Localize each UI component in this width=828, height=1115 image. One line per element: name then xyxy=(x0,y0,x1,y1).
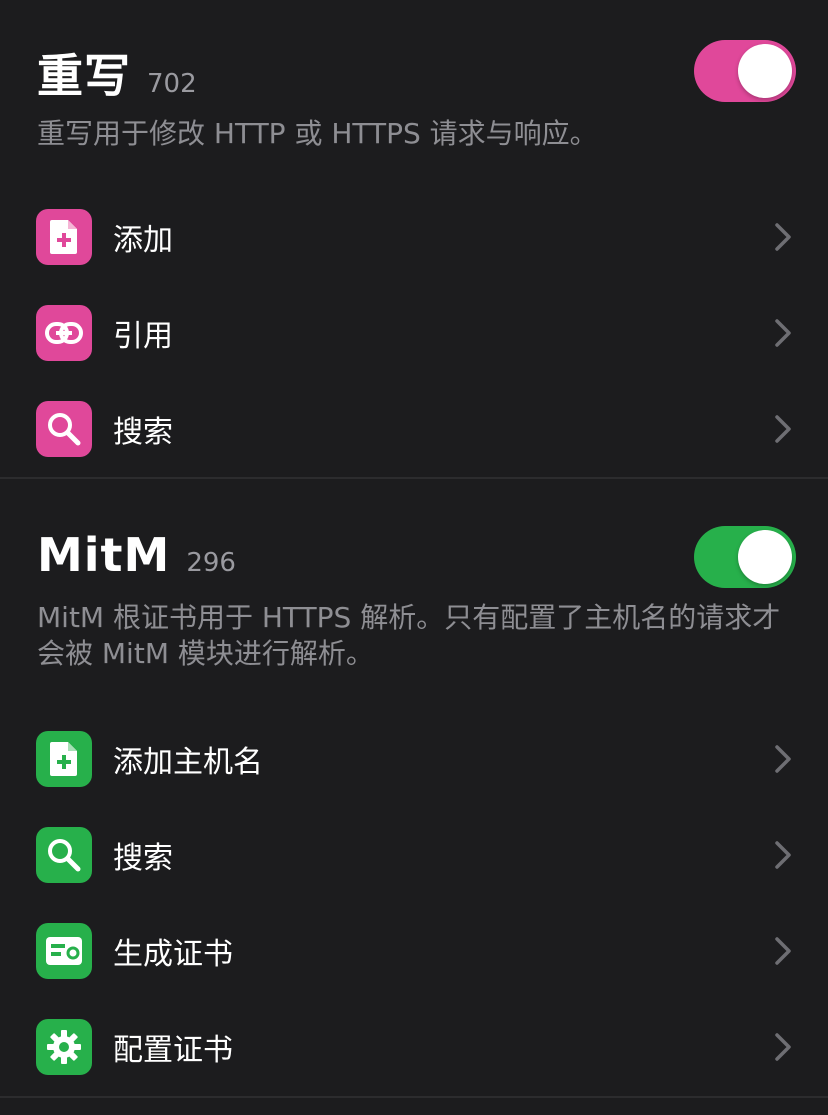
toggle-knob xyxy=(738,530,792,584)
rewrite-item-reference[interactable]: 引用 xyxy=(0,285,828,381)
chevron-right-icon xyxy=(775,937,791,965)
search-icon xyxy=(36,401,92,457)
link-icon xyxy=(36,305,92,361)
rewrite-description: 重写用于修改 HTTP 或 HTTPS 请求与响应。 xyxy=(37,117,598,150)
chevron-right-icon xyxy=(775,223,791,251)
mitm-count: 296 xyxy=(186,548,236,578)
search-icon xyxy=(36,827,92,883)
mitm-toggle[interactable] xyxy=(694,526,796,588)
certificate-icon xyxy=(36,923,92,979)
add-document-icon xyxy=(36,731,92,787)
mitm-item-configure-cert[interactable]: 配置证书 xyxy=(0,999,828,1095)
mitm-title: MitM xyxy=(37,528,171,582)
chevron-right-icon xyxy=(775,415,791,443)
section-divider xyxy=(0,477,828,479)
mitm-item-configure-cert-label: 配置证书 xyxy=(113,1033,233,1068)
chevron-right-icon xyxy=(775,745,791,773)
rewrite-item-add[interactable]: 添加 xyxy=(0,189,828,285)
chevron-right-icon xyxy=(775,319,791,347)
mitm-item-generate-cert[interactable]: 生成证书 xyxy=(0,903,828,999)
toggle-knob xyxy=(738,44,792,98)
section-divider xyxy=(0,1096,828,1098)
rewrite-title: 重写 xyxy=(37,49,131,103)
chevron-right-icon xyxy=(775,1033,791,1061)
mitm-item-generate-cert-label: 生成证书 xyxy=(113,937,233,972)
rewrite-item-search[interactable]: 搜索 xyxy=(0,381,828,477)
rewrite-item-reference-label: 引用 xyxy=(113,319,173,354)
settings-page: 重写 702 重写用于修改 HTTP 或 HTTPS 请求与响应。 添加 引用 … xyxy=(0,0,828,1115)
rewrite-item-search-label: 搜索 xyxy=(113,415,173,450)
rewrite-item-add-label: 添加 xyxy=(113,223,173,258)
mitm-item-search-label: 搜索 xyxy=(113,841,173,876)
rewrite-header: 重写 702 xyxy=(37,40,197,106)
mitm-section: MitM 296 MitM 根证书用于 HTTPS 解析。只有配置了主机名的请求… xyxy=(0,480,828,1097)
gear-icon xyxy=(36,1019,92,1075)
rewrite-count: 702 xyxy=(147,69,197,99)
chevron-right-icon xyxy=(775,841,791,869)
mitm-item-add-hostname[interactable]: 添加主机名 xyxy=(0,711,828,807)
rewrite-section: 重写 702 重写用于修改 HTTP 或 HTTPS 请求与响应。 添加 引用 … xyxy=(0,0,828,478)
mitm-description: MitM 根证书用于 HTTPS 解析。只有配置了主机名的请求才会被 MitM … xyxy=(37,601,781,670)
add-document-icon xyxy=(36,209,92,265)
rewrite-toggle[interactable] xyxy=(694,40,796,102)
mitm-item-search[interactable]: 搜索 xyxy=(0,807,828,903)
mitm-header: MitM 296 xyxy=(37,528,236,582)
mitm-item-add-hostname-label: 添加主机名 xyxy=(113,745,263,780)
